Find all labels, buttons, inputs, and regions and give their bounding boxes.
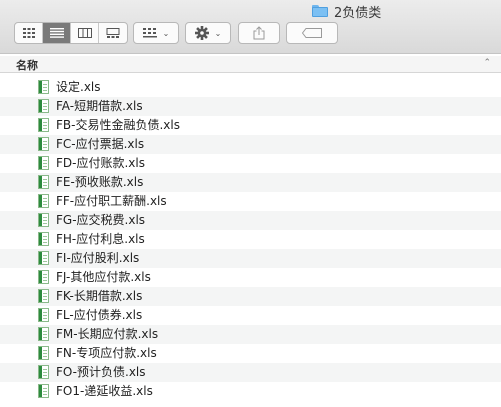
tags-button[interactable] — [286, 22, 338, 44]
file-name: FM-长期应付款.xls — [56, 327, 159, 341]
excel-file-icon — [38, 251, 49, 265]
file-row[interactable]: FK-长期借款.xls — [0, 287, 501, 306]
file-row[interactable]: FH-应付利息.xls — [0, 230, 501, 249]
file-name: 设定.xls — [56, 80, 101, 94]
icon-view-button[interactable] — [15, 23, 43, 43]
file-row[interactable]: FJ-其他应付款.xls — [0, 268, 501, 287]
file-row[interactable]: FO-预计负债.xls — [0, 363, 501, 382]
share-button[interactable] — [238, 22, 280, 44]
file-row[interactable]: FI-应付股利.xls — [0, 249, 501, 268]
gallery-view-icon — [106, 28, 120, 38]
column-header[interactable]: 名称 ⌃ — [0, 56, 501, 73]
file-row[interactable]: FF-应付职工薪酬.xls — [0, 192, 501, 211]
file-name: FE-预收账款.xls — [56, 175, 144, 189]
excel-file-icon — [38, 346, 49, 360]
file-row[interactable]: FL-应付债券.xls — [0, 306, 501, 325]
sort-ascending-icon: ⌃ — [483, 58, 491, 68]
file-name: FK-长期借款.xls — [56, 289, 143, 303]
excel-file-icon — [38, 99, 49, 113]
file-name: FC-应付票据.xls — [56, 137, 145, 151]
group-icon — [142, 28, 157, 38]
file-name: FO1-递延收益.xls — [56, 384, 153, 398]
toolbar: ⌄ ⌄ — [0, 22, 501, 46]
share-icon — [253, 26, 265, 40]
list-view-button[interactable] — [43, 23, 71, 43]
column-view-button[interactable] — [71, 23, 99, 43]
window-title-text: 2负债类 — [334, 5, 382, 21]
group-by-button[interactable]: ⌄ — [133, 22, 179, 44]
file-name: FG-应交税费.xls — [56, 213, 146, 227]
file-name: FN-专项应付款.xls — [56, 346, 157, 360]
excel-file-icon — [38, 289, 49, 303]
view-mode-segmented-control — [14, 22, 128, 44]
list-view-icon — [49, 28, 64, 38]
window-title: 2负债类 — [312, 2, 382, 21]
file-row[interactable]: 设定.xls — [0, 78, 501, 97]
excel-file-icon — [38, 308, 49, 322]
gallery-view-button[interactable] — [99, 23, 127, 43]
file-name: FI-应付股利.xls — [56, 251, 140, 265]
excel-file-icon — [38, 118, 49, 132]
file-row[interactable]: FG-应交税费.xls — [0, 211, 501, 230]
file-row[interactable]: FO1-递延收益.xls — [0, 382, 501, 401]
excel-file-icon — [38, 156, 49, 170]
file-list: 设定.xls FA-短期借款.xls FB-交易性金融负债.xls FC-应付票据.x… — [0, 78, 501, 401]
file-name: FO-预计负债.xls — [56, 365, 146, 379]
file-row[interactable]: FD-应付账款.xls — [0, 154, 501, 173]
file-row[interactable]: FN-专项应付款.xls — [0, 344, 501, 363]
file-name: FF-应付职工薪酬.xls — [56, 194, 167, 208]
chevron-down-icon: ⌄ — [214, 28, 222, 38]
file-row[interactable]: FE-预收账款.xls — [0, 173, 501, 192]
file-name: FB-交易性金融负债.xls — [56, 118, 180, 132]
folder-icon — [312, 5, 328, 17]
file-name: FJ-其他应付款.xls — [56, 270, 151, 284]
excel-file-icon — [38, 384, 49, 398]
excel-file-icon — [38, 194, 49, 208]
tag-icon — [302, 28, 322, 38]
file-row[interactable]: FB-交易性金融负债.xls — [0, 116, 501, 135]
file-row[interactable]: FC-应付票据.xls — [0, 135, 501, 154]
file-row[interactable]: FM-长期应付款.xls — [0, 325, 501, 344]
icon-view-icon — [22, 28, 35, 38]
file-name: FH-应付利息.xls — [56, 232, 145, 246]
column-view-icon — [77, 28, 92, 38]
excel-file-icon — [38, 137, 49, 151]
excel-file-icon — [38, 213, 49, 227]
chevron-down-icon: ⌄ — [162, 28, 170, 38]
name-column-header[interactable]: 名称 — [16, 57, 38, 73]
excel-file-icon — [38, 80, 49, 94]
file-name: FL-应付债券.xls — [56, 308, 143, 322]
excel-file-icon — [38, 327, 49, 341]
file-name: FA-短期借款.xls — [56, 99, 143, 113]
excel-file-icon — [38, 270, 49, 284]
window-titlebar: 2负债类 ⌄ ⌄ — [0, 0, 501, 54]
action-menu-button[interactable]: ⌄ — [185, 22, 231, 44]
gear-icon — [194, 26, 209, 40]
file-name: FD-应付账款.xls — [56, 156, 145, 170]
excel-file-icon — [38, 365, 49, 379]
excel-file-icon — [38, 175, 49, 189]
file-row[interactable]: FA-短期借款.xls — [0, 97, 501, 116]
excel-file-icon — [38, 232, 49, 246]
